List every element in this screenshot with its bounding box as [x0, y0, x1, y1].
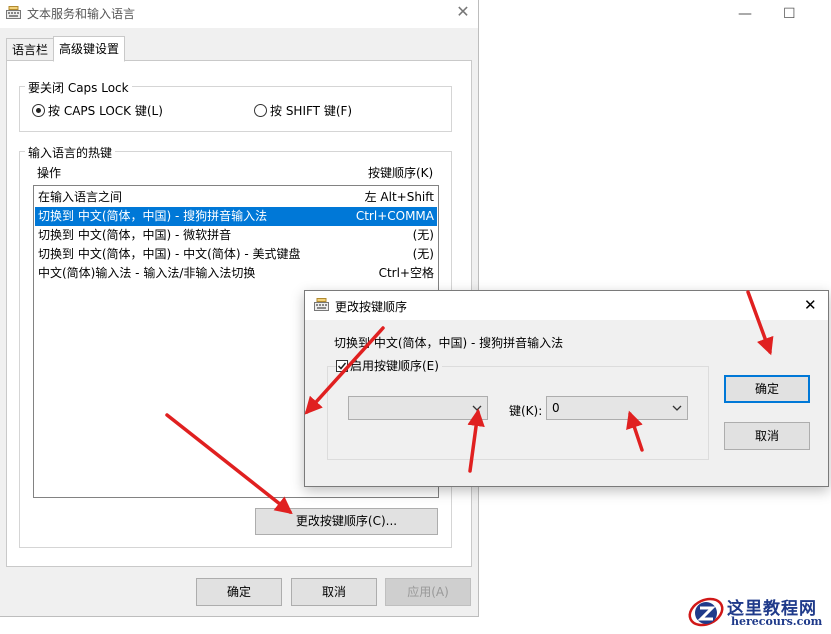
checkmark-icon	[337, 362, 347, 370]
hotkey-keys: (无)	[412, 247, 434, 261]
keyboard-icon	[314, 298, 329, 311]
tab-advanced-key-settings[interactable]: 高级键设置	[53, 36, 126, 62]
apply-button: 应用(A)	[385, 578, 471, 606]
dialog-ok-button[interactable]: 确定	[724, 375, 810, 403]
hotkey-row[interactable]: 在输入语言之间 左 Alt+Shift	[35, 188, 437, 207]
change-key-sequence-button[interactable]: 更改按键顺序(C)...	[255, 508, 438, 535]
radio-capslock-key-label[interactable]: 按 CAPS LOCK 键(L)	[48, 102, 163, 119]
radio-shift-key-label[interactable]: 按 SHIFT 键(F)	[270, 102, 352, 119]
close-icon[interactable]: ✕	[804, 296, 817, 314]
tab-language-bar[interactable]: 语言栏	[6, 38, 55, 62]
radio-shift-key[interactable]	[254, 104, 267, 117]
dialog-cancel-button[interactable]: 取消	[724, 422, 810, 450]
column-header-keys: 按键顺序(K)	[368, 166, 434, 180]
dialog-title-bar: 更改按键顺序 ✕	[305, 291, 828, 320]
modifier-combo[interactable]	[348, 396, 488, 420]
watermark: 这里教程网 herecours.com	[685, 592, 831, 634]
change-key-sequence-dialog: 更改按键顺序 ✕ 切换到 中文(简体，中国) - 搜狗拼音输入法 启用按键顺序(…	[304, 290, 829, 487]
ok-button[interactable]: 确定	[196, 578, 282, 606]
column-header-action: 操作	[37, 166, 62, 180]
hotkey-keys: (无)	[412, 228, 434, 242]
hotkey-row[interactable]: 切换到 中文(简体，中国) - 微软拼音 (无)	[35, 226, 437, 245]
hotkey-keys: Ctrl+COMMA	[355, 209, 434, 223]
key-label: 键(K):	[509, 404, 543, 418]
keyboard-icon	[6, 6, 21, 19]
hotkey-row[interactable]: 切换到 中文(简体，中国) - 搜狗拼音输入法 Ctrl+COMMA	[35, 207, 437, 226]
chevron-down-icon	[472, 405, 482, 411]
capslock-group-label: 要关闭 Caps Lock	[25, 79, 132, 96]
hotkey-action: 切换到 中文(简体，中国) - 中文(简体) - 美式键盘	[38, 247, 301, 261]
hotkey-action: 切换到 中文(简体，中国) - 微软拼音	[38, 228, 232, 242]
hotkey-row[interactable]: 中文(简体)输入法 - 输入法/非输入法切换 Ctrl+空格	[35, 264, 437, 283]
watermark-logo-icon	[688, 597, 724, 627]
enable-key-sequence-checkbox[interactable]	[336, 360, 348, 372]
dialog-title: 文本服务和输入语言	[27, 7, 136, 21]
target-input-method: 切换到 中文(简体，中国) - 搜狗拼音输入法	[334, 336, 564, 350]
hotkeys-group-label: 输入语言的热键	[25, 144, 116, 161]
close-icon[interactable]: ✕	[455, 2, 471, 21]
enable-key-sequence-label[interactable]: 启用按键顺序(E)	[350, 357, 442, 374]
chevron-down-icon	[672, 405, 682, 411]
radio-capslock-key[interactable]	[32, 104, 45, 117]
hotkey-row[interactable]: 切换到 中文(简体，中国) - 中文(简体) - 美式键盘 (无)	[35, 245, 437, 264]
hotkey-keys: 左 Alt+Shift	[364, 190, 434, 204]
hotkey-keys: Ctrl+空格	[378, 266, 434, 280]
title-bar: 文本服务和输入语言 ✕	[0, 0, 478, 28]
dialog-title: 更改按键顺序	[335, 300, 408, 314]
hotkey-action: 中文(简体)输入法 - 输入法/非输入法切换	[38, 266, 256, 280]
minimize-icon[interactable]: —	[738, 6, 752, 22]
hotkey-action: 切换到 中文(简体，中国) - 搜狗拼音输入法	[38, 209, 268, 223]
cancel-button[interactable]: 取消	[291, 578, 377, 606]
maximize-icon[interactable]: ☐	[783, 6, 796, 22]
key-combo[interactable]: 0	[546, 396, 688, 420]
hotkey-action: 在输入语言之间	[38, 190, 123, 204]
key-value: 0	[552, 401, 560, 415]
watermark-url: herecours.com	[731, 615, 823, 628]
